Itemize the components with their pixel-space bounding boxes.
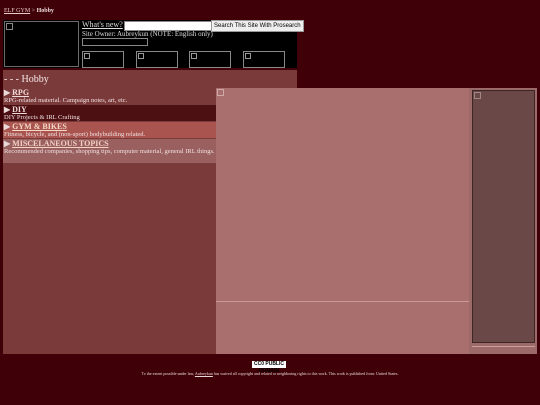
category-description: Recommended companies, shopping tips, co… <box>4 148 215 155</box>
nav-image-button-1[interactable] <box>82 51 124 68</box>
category-heading: ▶ DIY <box>4 105 27 114</box>
category-link-misc[interactable]: MISCELANEOUS TOPICS <box>12 139 108 148</box>
breadcrumb-home-link[interactable]: ELF GYM <box>4 8 30 14</box>
broken-image-icon <box>474 92 481 99</box>
category-item-misc: ▶ MISCELANEOUS TOPICS Recommended compan… <box>3 139 216 163</box>
breadcrumb: ELF GYM > Hobby <box>4 8 54 14</box>
category-item-rpg: ▶ RPG RPG-related material. Campaign not… <box>3 88 216 104</box>
category-link-gym-bikes[interactable]: GYM & BIKES <box>12 122 67 131</box>
broken-image-icon <box>6 23 13 30</box>
header-topline: What's new? <box>82 20 123 29</box>
cc0-badge[interactable]: CC0 PUBLIC DOMAIN <box>252 361 286 374</box>
footer-text-before: To the extent possible under law, <box>141 371 195 376</box>
category-description: DIY Projects & IRL Crafting <box>4 114 80 121</box>
arrow-right-icon: ▶ <box>4 139 11 148</box>
right-sidebar <box>469 88 537 354</box>
category-link-diy[interactable]: DIY <box>12 105 27 114</box>
category-description: Fitness, bicycle, and (non-sport) bodybu… <box>4 131 146 138</box>
search-button[interactable]: Search This Site With Prosearch <box>211 20 304 32</box>
category-link-rpg[interactable]: RPG <box>12 88 29 97</box>
site-owner-text: Site Owner: Aubreykun (NOTE: English onl… <box>82 30 213 38</box>
category-description: RPG-related material. Campaign notes, ar… <box>4 97 128 104</box>
category-heading: ▶ RPG <box>4 88 29 97</box>
footer-license-text: To the extent possible under law, Aubrey… <box>0 371 540 376</box>
sidebar-image-frame <box>472 90 535 343</box>
page-title-bar: - - - Hobby <box>3 70 297 88</box>
nav-image-button-3[interactable] <box>189 51 231 68</box>
broken-image-icon <box>245 53 251 59</box>
arrow-right-icon: ▶ <box>4 88 11 97</box>
breadcrumb-current: Hobby <box>36 8 54 14</box>
banner-image <box>82 38 148 46</box>
whats-new-link[interactable]: What's new? <box>82 20 123 29</box>
broken-image-icon <box>138 53 144 59</box>
sidebar-divider <box>472 346 535 352</box>
nav-image-button-2[interactable] <box>136 51 178 68</box>
broken-image-icon <box>217 89 224 96</box>
broken-image-icon <box>84 53 90 59</box>
category-heading: ▶ MISCELANEOUS TOPICS <box>4 139 109 148</box>
footer-author-link[interactable]: Aubreykun <box>195 371 213 376</box>
category-heading: ▶ GYM & BIKES <box>4 122 67 131</box>
site-logo[interactable] <box>4 21 79 67</box>
category-item-diy: ▶ DIY DIY Projects & IRL Crafting <box>3 105 216 121</box>
content-divider <box>216 301 469 302</box>
nav-image-button-4[interactable] <box>243 51 285 68</box>
category-item-gym-bikes: ▶ GYM & BIKES Fitness, bicycle, and (non… <box>3 122 216 138</box>
broken-image-icon <box>191 53 197 59</box>
page-title: - - - Hobby <box>4 74 49 85</box>
category-list: ▶ RPG RPG-related material. Campaign not… <box>3 88 216 354</box>
site-header: What's new? Search This Site With Prosea… <box>3 20 304 68</box>
arrow-right-icon: ▶ <box>4 122 11 131</box>
main-content-panel <box>216 88 469 354</box>
footer-text-after: has waived all copyright and related or … <box>213 371 399 376</box>
arrow-right-icon: ▶ <box>4 105 11 114</box>
